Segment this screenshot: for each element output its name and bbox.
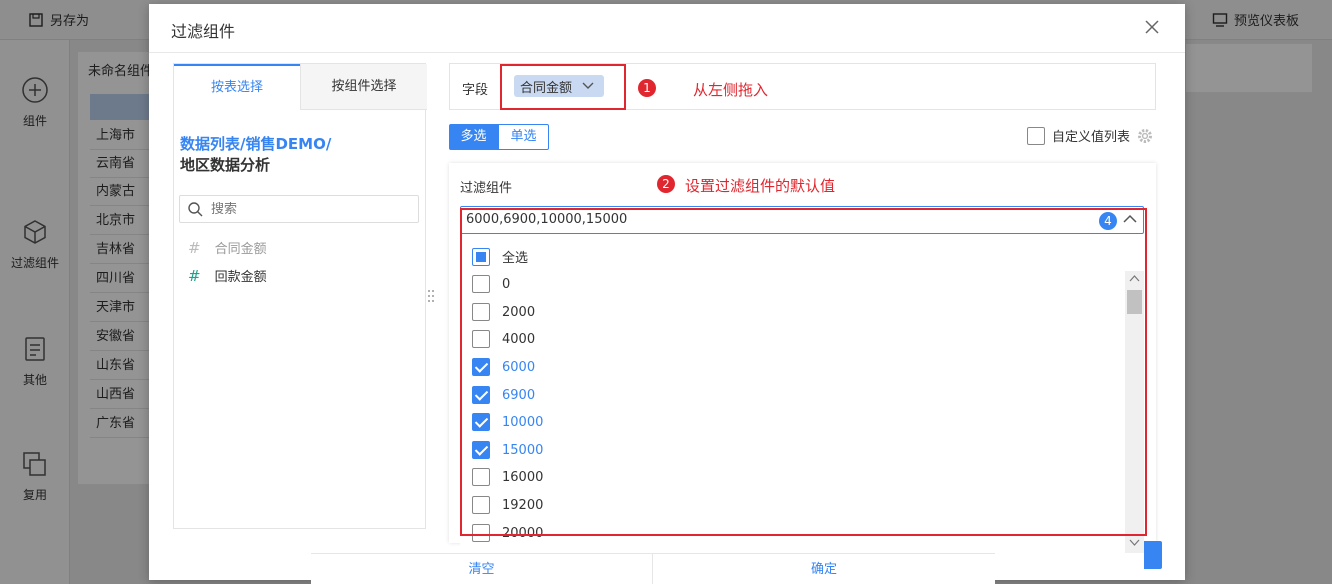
panel-resize-handle-icon[interactable] (427, 289, 435, 303)
dropdown-footer: 清空 确定 (311, 553, 995, 584)
search-input[interactable] (211, 201, 411, 217)
clear-button[interactable]: 清空 (311, 554, 653, 584)
field-item-contract-amount[interactable]: # 合同金额 (188, 238, 267, 258)
save-button-edge[interactable] (1144, 541, 1162, 569)
tab-by-component[interactable]: 按组件选择 (300, 64, 427, 110)
filter-component-label: 过滤组件 (460, 181, 513, 196)
field-label: 合同金额 (214, 242, 267, 257)
confirm-button[interactable]: 确定 (653, 554, 995, 584)
multi-select-toggle[interactable]: 多选 (449, 124, 498, 150)
number-field-icon: # (188, 266, 201, 285)
field-item-payment-amount[interactable]: # 回款金额 (188, 266, 267, 286)
custom-value-list-option[interactable]: 自定义值列表 (1027, 126, 1153, 145)
highlight-box-default-values (460, 208, 1147, 536)
single-select-toggle[interactable]: 单选 (498, 124, 549, 150)
gear-icon[interactable] (1137, 128, 1153, 144)
dialog-title: 过滤组件 (171, 22, 236, 41)
tab-by-table[interactable]: 按表选择 (174, 64, 300, 110)
dataset-name: 地区数据分析 (180, 156, 271, 174)
number-field-icon: # (188, 238, 201, 257)
field-label: 回款金额 (214, 270, 267, 285)
scroll-down-icon[interactable] (1129, 539, 1140, 547)
custom-value-list-label: 自定义值列表 (1052, 130, 1131, 145)
dataset-path-link[interactable]: 数据列表/销售DEMO/ (180, 135, 331, 153)
data-source-panel: 按表选择 按组件选择 数据列表/销售DEMO/ 地区数据分析 # 合同金额 # … (173, 63, 427, 529)
header-divider (149, 52, 1185, 53)
field-label: 字段 (462, 83, 489, 98)
search-box[interactable] (179, 195, 419, 223)
highlight-box-field (500, 64, 626, 110)
annotation-set-default: 设置过滤组件的默认值 (685, 177, 836, 195)
close-icon[interactable] (1143, 18, 1161, 36)
step-badge-2: 2 (657, 175, 675, 193)
custom-value-list-checkbox[interactable] (1027, 126, 1045, 145)
search-icon (188, 201, 203, 216)
filter-component-dialog: 过滤组件 按表选择 按组件选择 数据列表/销售DEMO/ 地区数据分析 # 合同… (149, 4, 1185, 580)
annotation-drag-from-left: 从左侧拖入 (693, 81, 769, 99)
dataset-path: 数据列表/销售DEMO/ 地区数据分析 (180, 134, 420, 176)
step-badge-1: 1 (638, 79, 656, 97)
